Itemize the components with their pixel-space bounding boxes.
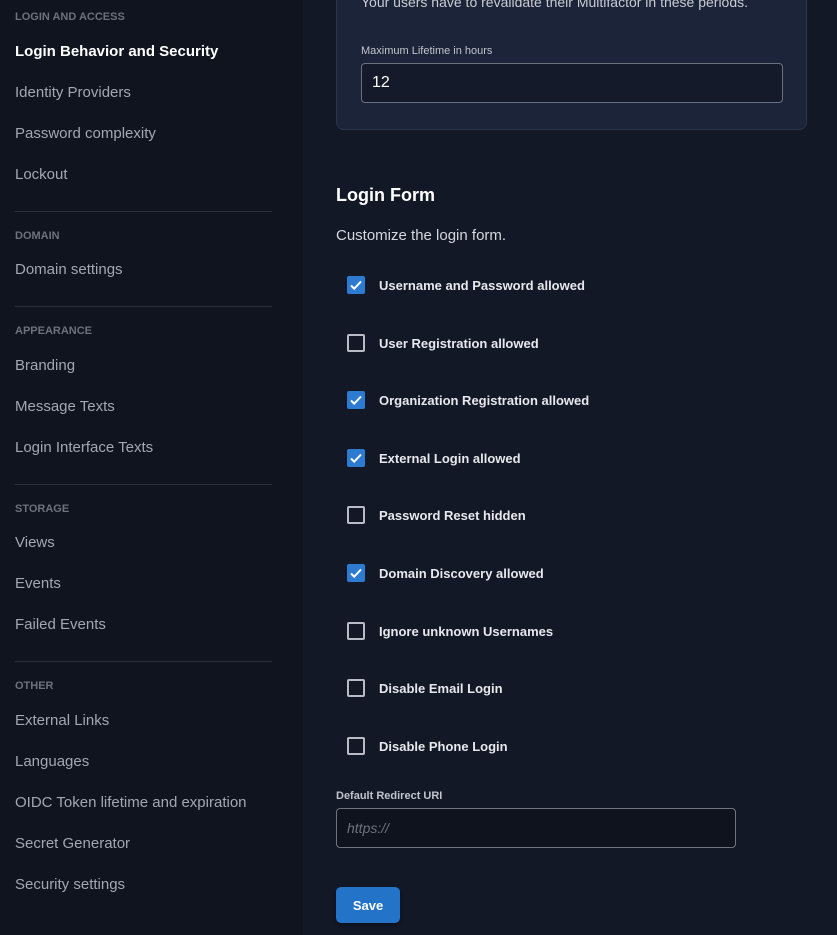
checkbox-label: External Login allowed bbox=[379, 450, 521, 466]
checkbox-option[interactable]: External Login allowed bbox=[347, 448, 521, 468]
redirect-uri-input[interactable] bbox=[336, 808, 736, 848]
checkbox[interactable] bbox=[347, 679, 365, 697]
checkmark-icon bbox=[350, 395, 362, 406]
save-button[interactable]: Save bbox=[336, 887, 400, 923]
checkbox-option[interactable]: Disable Phone Login bbox=[347, 736, 508, 756]
checkbox[interactable] bbox=[347, 506, 365, 524]
redirect-uri-label: Default Redirect URI bbox=[336, 790, 443, 802]
sidebar-divider bbox=[15, 210, 272, 212]
checkbox-label: Ignore unknown Usernames bbox=[379, 623, 554, 639]
checkbox-label: Username and Password allowed bbox=[379, 277, 585, 293]
checkbox-option[interactable]: Domain Discovery allowed bbox=[347, 563, 544, 583]
checkmark-icon bbox=[350, 280, 362, 291]
checkbox-option[interactable]: Disable Email Login bbox=[347, 678, 503, 698]
sidebar-section-header: Domain bbox=[15, 229, 60, 242]
section-title: Login Form bbox=[336, 185, 435, 205]
sidebar-item[interactable]: Message Texts bbox=[0, 386, 303, 427]
sidebar-item[interactable]: Login Interface Texts bbox=[0, 427, 303, 468]
sidebar-item[interactable]: Domain settings bbox=[0, 249, 303, 290]
main-content: Your users have to revalidate their Mult… bbox=[303, 0, 837, 935]
sidebar-divider bbox=[15, 661, 272, 662]
sidebar-item[interactable]: Security settings bbox=[0, 864, 303, 905]
checkbox-option[interactable]: Ignore unknown Usernames bbox=[347, 621, 553, 641]
checkbox-label: Password Reset hidden bbox=[379, 507, 526, 523]
sidebar-item[interactable]: Identity Providers bbox=[0, 72, 303, 113]
checkbox-option[interactable]: Organization Registration allowed bbox=[347, 390, 589, 410]
sidebar-item[interactable]: Events bbox=[0, 563, 303, 604]
sidebar-item[interactable]: External Links bbox=[0, 700, 303, 741]
lifetime-label: Maximum Lifetime in hours bbox=[361, 45, 493, 57]
sidebar-section-header: Other bbox=[15, 680, 54, 692]
sidebar-item[interactable]: OIDC Token lifetime and expiration bbox=[0, 782, 303, 823]
checkbox-label: Disable Email Login bbox=[379, 680, 503, 696]
checkbox-option[interactable]: Password Reset hidden bbox=[347, 505, 526, 525]
sidebar-item[interactable]: Lockout bbox=[0, 154, 303, 195]
checkbox[interactable] bbox=[347, 276, 365, 294]
max-lifetime-input[interactable] bbox=[361, 63, 783, 103]
lifetime-description: Your users have to revalidate their Mult… bbox=[361, 0, 749, 10]
sidebar-divider bbox=[15, 306, 272, 307]
checkmark-icon bbox=[350, 568, 362, 579]
section-subtitle: Customize the login form. bbox=[336, 227, 507, 244]
sidebar-section-header: Appearance bbox=[15, 325, 93, 337]
sidebar-item[interactable]: Failed Events bbox=[0, 604, 303, 645]
sidebar-section-header: Storage bbox=[15, 502, 70, 515]
checkbox[interactable] bbox=[347, 334, 365, 352]
multifactor-lifetime-card: Your users have to revalidate their Mult… bbox=[336, 0, 807, 130]
checkbox[interactable] bbox=[347, 449, 365, 467]
checkbox[interactable] bbox=[347, 391, 365, 409]
sidebar-item[interactable]: Branding bbox=[0, 345, 303, 386]
settings-sidebar: Login and Access Login Behavior and Secur… bbox=[0, 0, 303, 935]
sidebar-item[interactable]: Views bbox=[0, 522, 303, 563]
checkbox-label: User Registration allowed bbox=[379, 335, 539, 351]
checkbox[interactable] bbox=[347, 622, 365, 640]
sidebar-section-header: Login and Access bbox=[15, 11, 125, 23]
checkmark-icon bbox=[350, 453, 362, 464]
sidebar-item[interactable]: Login Behavior and Security bbox=[0, 31, 303, 72]
checkbox-label: Domain Discovery allowed bbox=[379, 565, 544, 581]
checkbox[interactable] bbox=[347, 737, 365, 755]
sidebar-item[interactable]: Languages bbox=[0, 741, 303, 782]
checkbox[interactable] bbox=[347, 564, 365, 582]
checkbox-label: Organization Registration allowed bbox=[379, 392, 590, 408]
checkbox-option[interactable]: User Registration allowed bbox=[347, 333, 539, 353]
checkbox-label: Disable Phone Login bbox=[379, 738, 508, 754]
sidebar-item[interactable]: Password complexity bbox=[0, 113, 303, 154]
sidebar-divider bbox=[15, 483, 272, 485]
checkbox-option[interactable]: Username and Password allowed bbox=[347, 275, 585, 295]
sidebar-item[interactable]: Secret Generator bbox=[0, 823, 303, 864]
